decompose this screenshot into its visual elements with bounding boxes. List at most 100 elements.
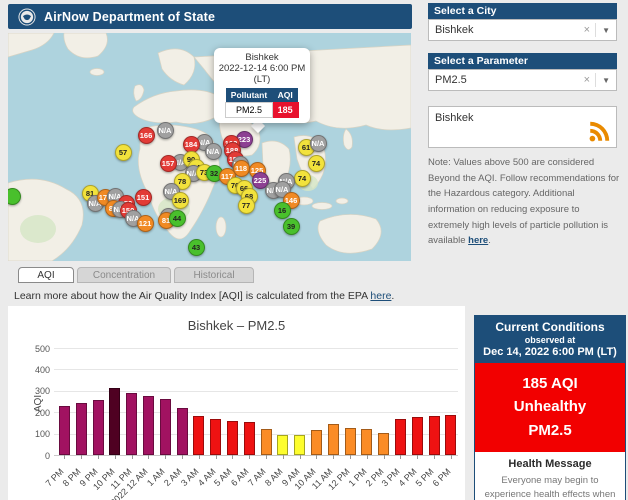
aqi-bar[interactable] xyxy=(193,416,204,455)
aqi-bar[interactable] xyxy=(177,408,188,455)
city-select-value: Bishkek xyxy=(435,24,579,36)
aqi-bar[interactable] xyxy=(395,419,406,455)
chart-title: Bishkek – PM2.5 xyxy=(8,318,465,333)
x-tick xyxy=(132,455,133,459)
rss-icon[interactable] xyxy=(587,118,613,144)
aqi-bar[interactable] xyxy=(361,429,372,455)
x-tick xyxy=(182,455,183,459)
parameter-select[interactable]: PM2.5 × ▼ xyxy=(428,69,617,91)
aqi-bar[interactable] xyxy=(93,400,104,455)
aqi-bar[interactable] xyxy=(277,435,288,455)
y-tick-label: 200 xyxy=(12,408,50,418)
observed-datetime: Dec 14, 2022 6:00 PM (LT) xyxy=(477,346,623,358)
y-tick-label: 0 xyxy=(12,451,50,461)
health-message-text: Everyone may begin to experience health … xyxy=(475,474,625,500)
chevron-down-icon[interactable]: ▼ xyxy=(596,26,616,35)
aqi-marker[interactable]: 39 xyxy=(283,218,300,235)
tab-historical[interactable]: Historical xyxy=(174,267,254,283)
aqi-bar[interactable] xyxy=(412,417,423,455)
popup-aqi-value: 185 xyxy=(272,103,298,118)
aqi-bar[interactable] xyxy=(109,388,120,455)
clear-icon[interactable]: × xyxy=(579,24,595,36)
x-tick xyxy=(266,455,267,459)
airnow-page: AirNow Department of State xyxy=(0,0,628,500)
select-city-header: Select a City xyxy=(428,3,617,19)
x-tick xyxy=(417,455,418,459)
aqi-marker[interactable]: 121 xyxy=(137,215,154,232)
aqi-marker[interactable]: 151 xyxy=(135,189,152,206)
aqi-bar[interactable] xyxy=(429,416,440,455)
current-conditions-header: Current Conditions observed at Dec 14, 2… xyxy=(475,316,625,363)
aqi-marker[interactable]: 74 xyxy=(294,170,311,187)
x-tick xyxy=(98,455,99,459)
learn-more-here-link[interactable]: here xyxy=(370,290,391,302)
page-title: AirNow Department of State xyxy=(44,10,215,24)
aqi-bar[interactable] xyxy=(261,429,272,455)
aqi-marker[interactable]: 43 xyxy=(188,239,205,256)
aqi-marker[interactable]: N/A xyxy=(157,122,174,139)
popup-pollutant-value: PM2.5 xyxy=(226,103,272,118)
feed-city-label: Bishkek xyxy=(435,112,474,124)
note-text: Note: Values above 500 are considered Be… xyxy=(428,157,619,246)
aqi-bar[interactable] xyxy=(126,393,137,455)
x-tick xyxy=(333,455,334,459)
x-tick xyxy=(199,455,200,459)
note-suffix: . xyxy=(488,235,491,246)
aqi-marker[interactable]: N/A xyxy=(310,135,327,152)
aqi-bar[interactable] xyxy=(143,396,154,455)
city-select[interactable]: Bishkek × ▼ xyxy=(428,19,617,41)
aqi-marker[interactable]: 184 xyxy=(183,136,200,153)
popup-aqi-header: AQI xyxy=(272,88,298,103)
aqi-marker[interactable]: N/A xyxy=(205,143,222,160)
current-conditions-title: Current Conditions xyxy=(477,320,623,334)
aqi-marker[interactable]: 157 xyxy=(160,155,177,172)
aqi-marker[interactable]: 77 xyxy=(238,197,255,214)
current-conditions-panel: Current Conditions observed at Dec 14, 2… xyxy=(474,315,626,500)
aqi-bar[interactable] xyxy=(59,406,70,455)
aqi-marker[interactable] xyxy=(8,188,21,205)
y-tick-label: 500 xyxy=(12,344,50,354)
aqi-bar[interactable] xyxy=(76,403,87,455)
map[interactable]: 166N/A57N/A184N/A223102188N/A15790154N/A… xyxy=(8,33,411,261)
app-header: AirNow Department of State xyxy=(8,4,412,29)
x-tick xyxy=(300,455,301,459)
clear-icon[interactable]: × xyxy=(579,74,595,86)
x-tick xyxy=(232,455,233,459)
aqi-bar[interactable] xyxy=(378,433,389,455)
aqi-marker[interactable]: 74 xyxy=(308,155,325,172)
aqi-bar[interactable] xyxy=(328,424,339,455)
aqi-marker[interactable]: 16 xyxy=(274,202,291,219)
aqi-marker[interactable]: 166 xyxy=(138,127,155,144)
chevron-down-icon[interactable]: ▼ xyxy=(596,76,616,85)
aqi-bar[interactable] xyxy=(210,419,221,455)
x-tick xyxy=(316,455,317,459)
aqi-chart: Bishkek – PM2.5 AQI 01002003004005007 PM… xyxy=(8,306,465,500)
y-tick-label: 100 xyxy=(12,429,50,439)
aqi-bar[interactable] xyxy=(345,428,356,455)
aqi-bar[interactable] xyxy=(311,430,322,455)
map-popup: Bishkek 2022-12-14 6:00 PM (LT) Pollutan… xyxy=(214,48,310,123)
x-tick xyxy=(249,455,250,459)
health-message-header: Health Message xyxy=(475,458,625,470)
aqi-bar[interactable] xyxy=(160,399,171,455)
tab-concentration[interactable]: Concentration xyxy=(77,267,171,283)
aqi-bar[interactable] xyxy=(227,421,238,455)
feed-box: Bishkek xyxy=(428,106,617,148)
aqi-bar[interactable] xyxy=(294,435,305,455)
aqi-marker[interactable]: 44 xyxy=(169,210,186,227)
aqi-status-block: 185 AQI Unhealthy PM2.5 xyxy=(475,363,625,452)
tab-aqi[interactable]: AQI xyxy=(18,267,74,283)
x-tick xyxy=(367,455,368,459)
note-here-link[interactable]: here xyxy=(468,235,488,246)
x-tick xyxy=(115,455,116,459)
aqi-marker[interactable]: 169 xyxy=(172,192,189,209)
aqi-marker[interactable]: 57 xyxy=(115,144,132,161)
gridline xyxy=(54,369,458,370)
x-tick xyxy=(350,455,351,459)
aqi-bar[interactable] xyxy=(445,415,456,455)
x-tick xyxy=(216,455,217,459)
aqi-pollutant: PM2.5 xyxy=(475,419,625,442)
aqi-bar[interactable] xyxy=(244,422,255,455)
us-state-seal-icon xyxy=(18,8,36,26)
aqi-category: Unhealthy xyxy=(475,395,625,418)
